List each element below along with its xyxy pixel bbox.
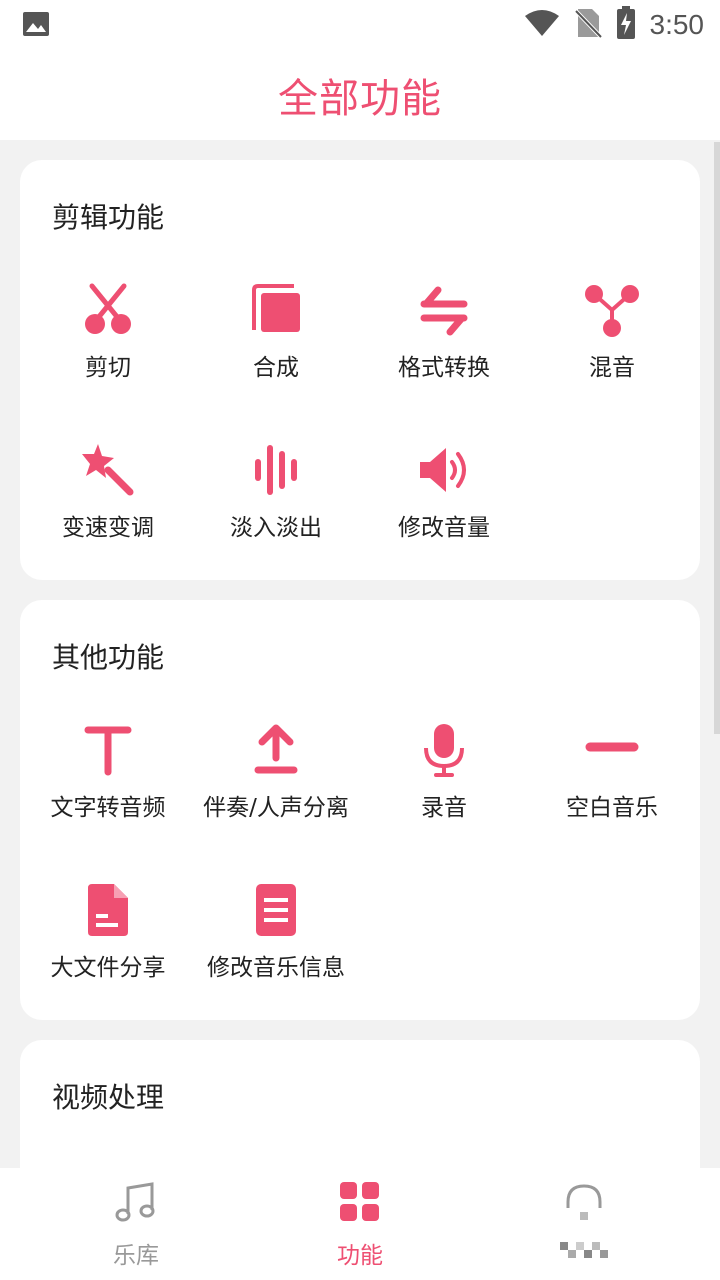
feature-large-file-share[interactable]: 大文件分享 bbox=[24, 870, 192, 1010]
tab-features[interactable]: 功能 bbox=[240, 1168, 480, 1280]
feature-speed-pitch[interactable]: 变速变调 bbox=[24, 430, 192, 570]
section-editing: 剪辑功能 剪切 合成 格式转换 混音 变速变调 淡入淡出 修改音量 bbox=[20, 160, 700, 580]
feature-label: 录音 bbox=[421, 795, 467, 821]
feature-label: 空白音乐 bbox=[566, 795, 658, 821]
feature-label: 大文件分享 bbox=[50, 955, 166, 981]
waveform-icon bbox=[246, 440, 306, 500]
feature-vocal-separation[interactable]: 伴奏/人声分离 bbox=[192, 710, 360, 850]
upload-icon bbox=[246, 720, 306, 780]
feature-record[interactable]: 录音 bbox=[360, 710, 528, 850]
minus-icon bbox=[582, 720, 642, 780]
volume-icon bbox=[414, 440, 474, 500]
page-title: 全部功能 bbox=[278, 76, 442, 122]
feature-text-to-audio[interactable]: 文字转音频 bbox=[24, 710, 192, 850]
mix-icon bbox=[582, 280, 642, 340]
feature-label: 格式转换 bbox=[398, 355, 490, 381]
feature-volume[interactable]: 修改音量 bbox=[360, 430, 528, 570]
scrollbar[interactable] bbox=[714, 142, 720, 734]
feature-label: 淡入淡出 bbox=[230, 515, 322, 541]
feature-convert[interactable]: 格式转换 bbox=[360, 270, 528, 410]
feature-blank-music[interactable]: 空白音乐 bbox=[528, 710, 696, 850]
feature-edit-music-info[interactable]: 修改音乐信息 bbox=[192, 870, 360, 1010]
no-sim-icon bbox=[574, 7, 602, 43]
tab-label: 乐库 bbox=[113, 1243, 159, 1269]
feature-label: 伴奏/人声分离 bbox=[203, 795, 349, 821]
headset-icon bbox=[560, 1178, 608, 1226]
file-icon bbox=[78, 880, 138, 940]
feature-label: 修改音量 bbox=[398, 515, 490, 541]
microphone-icon bbox=[414, 720, 474, 780]
feature-label: 变速变调 bbox=[62, 515, 154, 541]
feature-merge[interactable]: 合成 bbox=[192, 270, 360, 410]
tab-me[interactable] bbox=[464, 1168, 704, 1280]
tab-label: 功能 bbox=[337, 1243, 383, 1269]
text-icon bbox=[78, 720, 138, 780]
feature-label: 剪切 bbox=[85, 355, 131, 381]
pixelated-label-icon bbox=[560, 1238, 608, 1264]
feature-label: 合成 bbox=[253, 355, 299, 381]
clock: 3:50 bbox=[649, 9, 705, 40]
feature-label: 文字转音频 bbox=[50, 795, 166, 821]
convert-arrows-icon bbox=[414, 280, 474, 340]
feature-mix[interactable]: 混音 bbox=[528, 270, 696, 410]
status-bar: 3:50 bbox=[0, 0, 720, 50]
wifi-icon bbox=[524, 9, 560, 41]
feature-cut[interactable]: 剪切 bbox=[24, 270, 192, 410]
grid-icon bbox=[336, 1178, 384, 1226]
music-note-icon bbox=[112, 1178, 160, 1226]
feature-label: 修改音乐信息 bbox=[207, 955, 345, 981]
section-title: 其他功能 bbox=[52, 641, 165, 674]
section-title: 剪辑功能 bbox=[52, 201, 165, 234]
merge-icon bbox=[246, 280, 306, 340]
image-icon bbox=[22, 11, 50, 41]
document-icon bbox=[246, 880, 306, 940]
battery-charging-icon bbox=[616, 6, 636, 44]
header: 全部功能 bbox=[0, 50, 720, 140]
feature-label: 混音 bbox=[589, 355, 635, 381]
feature-fade[interactable]: 淡入淡出 bbox=[192, 430, 360, 570]
magic-wand-icon bbox=[78, 440, 138, 500]
bottom-tab-bar: 乐库 功能 bbox=[0, 1168, 720, 1280]
section-other: 其他功能 文字转音频 伴奏/人声分离 录音 空白音乐 大文件分享 修改音乐信息 bbox=[20, 600, 700, 1020]
section-title: 视频处理 bbox=[52, 1081, 165, 1114]
scissors-icon bbox=[78, 280, 138, 340]
tab-library[interactable]: 乐库 bbox=[16, 1168, 256, 1280]
